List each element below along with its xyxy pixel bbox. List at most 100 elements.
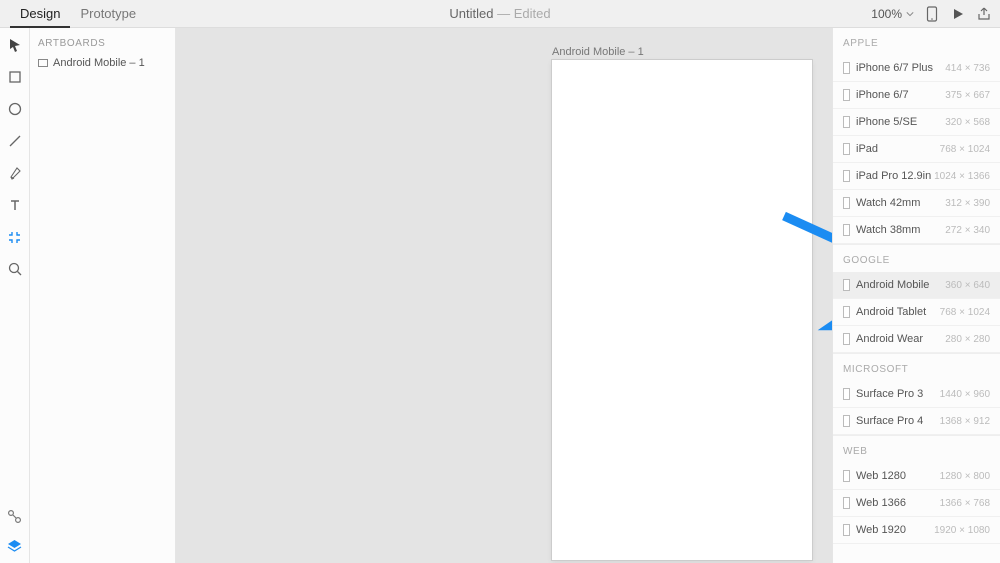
preset-item-left: Web 1920 [843, 524, 906, 536]
mode-tabs: Design Prototype [0, 0, 146, 28]
share-icon[interactable] [976, 6, 992, 22]
preset-item[interactable]: iPhone 6/7 Plus 414 × 736 [833, 55, 1000, 82]
preset-item-left: Android Wear [843, 333, 923, 345]
artboard-icon [38, 59, 48, 67]
document-title: Untitled — Edited [449, 6, 550, 21]
preset-dimensions: 375 × 667 [945, 90, 990, 101]
preset-dimensions: 272 × 340 [945, 225, 990, 236]
preset-item-left: iPhone 6/7 [843, 89, 909, 101]
preset-name: iPhone 6/7 Plus [856, 62, 933, 74]
preset-item[interactable]: Web 1280 1280 × 800 [833, 463, 1000, 490]
preset-name: iPad Pro 12.9in [856, 170, 931, 182]
canvas-artboard[interactable] [552, 60, 812, 560]
device-icon [843, 524, 850, 536]
rectangle-tool-icon[interactable] [6, 68, 24, 86]
preset-name: Web 1920 [856, 524, 906, 536]
device-icon [843, 89, 850, 101]
title-status: — Edited [493, 6, 550, 21]
preset-item[interactable]: Android Wear 280 × 280 [833, 326, 1000, 353]
preset-item[interactable]: Web 13661366 × 768 [833, 490, 1000, 517]
device-preview-icon[interactable] [924, 6, 940, 22]
ellipse-tool-icon[interactable] [6, 100, 24, 118]
preset-dimensions: 360 × 640 [945, 280, 990, 291]
device-icon [843, 415, 850, 427]
zoom-tool-icon[interactable] [6, 260, 24, 278]
preset-item[interactable]: Watch 42mm 312 × 390 [833, 190, 1000, 217]
tab-prototype[interactable]: Prototype [70, 0, 146, 28]
pen-tool-icon[interactable] [6, 164, 24, 182]
preset-item[interactable]: iPad Pro 12.9in1024 × 1366 [833, 163, 1000, 190]
preset-dimensions: 768 × 1024 [940, 144, 990, 155]
line-tool-icon[interactable] [6, 132, 24, 150]
preset-item-left: Android Mobile [843, 279, 929, 291]
preset-group-title: GOOGLE [833, 244, 1000, 272]
preset-dimensions: 1440 × 960 [940, 389, 990, 400]
preset-name: Watch 42mm [856, 197, 920, 209]
preset-name: Web 1280 [856, 470, 906, 482]
preset-name: Watch 38mm [856, 224, 920, 236]
artboards-heading: ARTBOARDS [38, 38, 167, 49]
preset-name: Surface Pro 3 [856, 388, 923, 400]
artboard-tool-icon[interactable] [6, 228, 24, 246]
zoom-control[interactable]: 100% [871, 7, 914, 21]
device-icon [843, 388, 850, 400]
select-tool-icon[interactable] [6, 36, 24, 54]
canvas-artboard-label[interactable]: Android Mobile – 1 [552, 46, 644, 58]
device-icon [843, 116, 850, 128]
preset-dimensions: 1368 × 912 [940, 416, 990, 427]
preset-item[interactable]: Android Mobile 360 × 640 [833, 272, 1000, 299]
preset-item[interactable]: Android Tablet768 × 1024 [833, 299, 1000, 326]
right-panel: APPLE iPhone 6/7 Plus 414 × 736 iPhone 6/7 3… [832, 28, 1000, 563]
device-icon [843, 62, 850, 74]
preset-name: Android Wear [856, 333, 923, 345]
layers-icon[interactable] [6, 537, 24, 555]
preset-name: iPhone 6/7 [856, 89, 909, 101]
preset-item-left: iPhone 6/7 Plus [843, 62, 933, 74]
preset-item-left: Surface Pro 3 [843, 388, 923, 400]
preset-dimensions: 414 × 736 [945, 63, 990, 74]
preset-dimensions: 280 × 280 [945, 334, 990, 345]
play-icon[interactable] [950, 6, 966, 22]
preset-item-left: Watch 38mm [843, 224, 920, 236]
assets-icon[interactable] [6, 507, 24, 525]
preset-name: Android Mobile [856, 279, 929, 291]
left-panel: ARTBOARDS Android Mobile – 1 [30, 28, 176, 563]
preset-dimensions: 312 × 390 [945, 198, 990, 209]
device-icon [843, 333, 850, 345]
topbar-right: 100% [871, 6, 992, 22]
tool-rail [0, 28, 30, 563]
preset-group-title: APPLE [833, 28, 1000, 55]
preset-item-left: Web 1280 [843, 470, 906, 482]
device-icon [843, 470, 850, 482]
title-name: Untitled [449, 6, 493, 21]
preset-dimensions: 320 × 568 [945, 117, 990, 128]
canvas[interactable]: Android Mobile – 1 [176, 28, 832, 563]
preset-item-left: iPad Pro 12.9in [843, 170, 931, 182]
text-tool-icon[interactable] [6, 196, 24, 214]
artboard-item-label: Android Mobile – 1 [53, 57, 145, 69]
preset-item[interactable]: iPad 768 × 1024 [833, 136, 1000, 163]
preset-item[interactable]: Surface Pro 3 1440 × 960 [833, 381, 1000, 408]
preset-group-title: MICROSOFT [833, 353, 1000, 381]
preset-item-left: Surface Pro 4 [843, 415, 923, 427]
preset-dimensions: 1280 × 800 [940, 471, 990, 482]
preset-item[interactable]: iPhone 6/7 375 × 667 [833, 82, 1000, 109]
preset-name: Web 1366 [856, 497, 906, 509]
artboard-list-item[interactable]: Android Mobile – 1 [38, 55, 167, 71]
preset-item[interactable]: Surface Pro 4 1368 × 912 [833, 408, 1000, 435]
main: ARTBOARDS Android Mobile – 1 Android Mob… [0, 28, 1000, 563]
preset-name: Android Tablet [856, 306, 926, 318]
device-icon [843, 279, 850, 291]
chevron-down-icon [906, 10, 914, 18]
device-icon [843, 224, 850, 236]
preset-item[interactable]: Web 1920 1920 × 1080 [833, 517, 1000, 544]
preset-name: iPad [856, 143, 878, 155]
preset-item[interactable]: Watch 38mm 272 × 340 [833, 217, 1000, 244]
tab-design[interactable]: Design [10, 0, 70, 28]
preset-dimensions: 1920 × 1080 [934, 525, 990, 536]
preset-item-left: iPhone 5/SE [843, 116, 917, 128]
preset-item-left: iPad [843, 143, 878, 155]
topbar: Design Prototype Untitled — Edited 100% [0, 0, 1000, 28]
preset-item-left: Web 1366 [843, 497, 906, 509]
preset-item[interactable]: iPhone 5/SE 320 × 568 [833, 109, 1000, 136]
